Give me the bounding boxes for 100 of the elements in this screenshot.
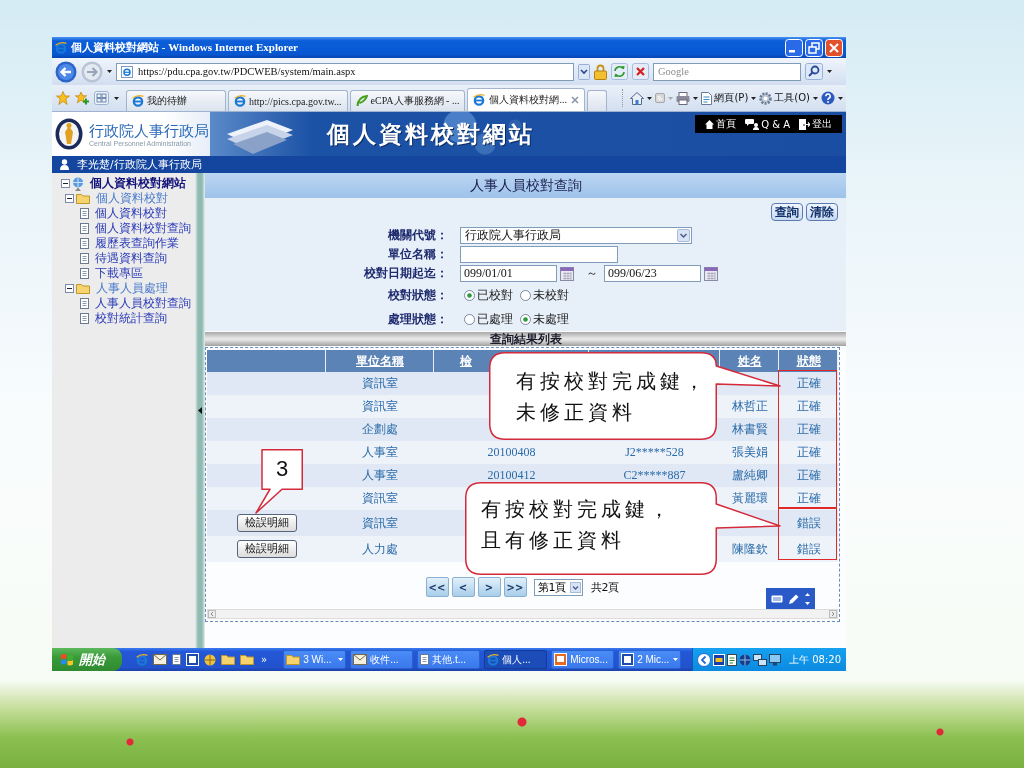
start-button[interactable]: 開始 (52, 648, 122, 671)
home-icon[interactable] (630, 91, 645, 105)
column-header[interactable]: 狀態 (796, 352, 821, 370)
tree-item[interactable]: 個人資料校對查詢 (80, 221, 191, 236)
page-menu-button[interactable]: 網頁(P) (701, 91, 749, 105)
address-field[interactable]: https://pdu.cpa.gov.tw/PDCWEB/system/main.aspx (116, 62, 574, 81)
taskbar-button[interactable]: 個人... (484, 650, 548, 669)
grid-icon[interactable] (94, 91, 109, 105)
column-header[interactable]: 姓名 (737, 352, 762, 370)
stop-button[interactable] (632, 63, 649, 80)
help-icon[interactable] (821, 91, 835, 105)
printer-icon[interactable] (676, 91, 691, 105)
agency-select[interactable]: 行政院人事行政局 (460, 227, 692, 244)
keyboard-icon[interactable] (771, 594, 783, 603)
taskbar-button[interactable]: Micros... (551, 650, 615, 669)
star-plus-icon[interactable] (75, 91, 89, 105)
right-arrow-icon[interactable] (829, 610, 837, 618)
pencil-icon[interactable] (789, 593, 799, 604)
caret-icon[interactable] (107, 70, 112, 73)
back-button[interactable] (55, 60, 77, 83)
restore-button[interactable] (805, 38, 823, 57)
column-header[interactable]: 單位名稱 (356, 352, 404, 370)
caret-icon[interactable] (114, 96, 119, 100)
caret-icon[interactable] (813, 96, 818, 100)
taskbar-button[interactable]: 2 Mic... (618, 650, 682, 669)
radio-icon[interactable] (520, 289, 531, 301)
left-arrow-icon[interactable] (208, 610, 216, 618)
home-link[interactable]: 首頁 (705, 117, 737, 131)
taskbar-button[interactable]: 其他.t... (417, 650, 481, 669)
monitor-icon[interactable] (769, 653, 781, 666)
chevron-icon[interactable] (697, 652, 711, 667)
calendar-icon[interactable] (704, 266, 718, 281)
horizontal-scrollbar[interactable] (207, 609, 838, 619)
tree-item[interactable]: 履歷表查詢作業 (80, 236, 179, 251)
check-button[interactable]: 檢誤明細 (236, 514, 297, 532)
search-field[interactable]: Google (653, 62, 801, 81)
query-button[interactable]: 查詢 (771, 203, 803, 221)
network-icon[interactable] (753, 653, 767, 666)
next-page-button[interactable]: > (477, 577, 501, 597)
logout-link[interactable]: 登出 (799, 117, 832, 131)
dropdown-button[interactable] (578, 63, 590, 80)
page-icon (121, 65, 133, 78)
radio-option[interactable]: 未處理 (520, 310, 569, 328)
field-label: 校對狀態： (388, 286, 448, 304)
browser-tab[interactable]: http://pics.cpa.gov.tw... (228, 90, 348, 111)
tree-item[interactable]: 個人資料校對網站 (72, 176, 186, 191)
tree-item[interactable]: 人事人員處理 (76, 281, 168, 296)
check-button[interactable]: 檢誤明細 (236, 540, 297, 558)
text-field[interactable] (460, 246, 618, 263)
browser-tab[interactable]: 個人資料校對網... (467, 88, 585, 111)
caret-icon[interactable] (827, 70, 832, 73)
browser-tab[interactable]: 我的待辦 (126, 90, 226, 111)
tree-item[interactable]: 人事人員校對查詢 (80, 296, 191, 311)
caret-icon[interactable] (751, 96, 757, 100)
star-icon[interactable] (56, 91, 70, 105)
last-page-button[interactable]: >> (503, 577, 527, 597)
updown-arrows-icon[interactable] (805, 592, 810, 605)
home-icon (705, 119, 715, 129)
column-header[interactable]: 檢 (460, 352, 472, 370)
date-field[interactable]: 099/01/01 (460, 265, 557, 282)
globe-icon[interactable] (739, 653, 751, 666)
radio-icon[interactable] (464, 313, 475, 325)
overflow-button[interactable]: » (261, 654, 268, 665)
caret-icon[interactable] (647, 96, 653, 100)
previous-page-button[interactable]: < (451, 577, 475, 597)
radio-icon[interactable] (464, 289, 475, 301)
clear-button[interactable]: 清除 (806, 203, 838, 221)
tree-item[interactable]: 個人資料校對 (80, 206, 167, 221)
close-icon[interactable] (570, 96, 579, 104)
first-page-button[interactable]: << (425, 577, 449, 597)
tools-menu-button[interactable]: 工具(O) (759, 91, 810, 105)
minus-box-icon[interactable] (65, 194, 74, 203)
document-icon[interactable] (727, 653, 737, 666)
caret-icon[interactable] (693, 96, 699, 100)
radio-option[interactable]: 已處理 (464, 310, 513, 328)
radio-option[interactable]: 未校對 (520, 286, 569, 304)
search-button[interactable] (805, 63, 823, 80)
page-select[interactable]: 第1頁 (533, 578, 583, 596)
caret-icon[interactable] (838, 96, 843, 100)
close-button[interactable] (825, 38, 843, 57)
radio-option[interactable]: 已校對 (464, 286, 513, 304)
calendar-icon[interactable] (560, 266, 574, 281)
taskbar-button[interactable]: 3 Wi... (283, 650, 347, 669)
tree-item[interactable]: 下載專區 (80, 266, 143, 281)
collapse-arrow-icon[interactable] (198, 407, 202, 414)
date-field[interactable]: 099/06/23 (604, 265, 701, 282)
qa-link[interactable]: Q & A (745, 118, 790, 130)
minus-box-icon[interactable] (65, 284, 74, 293)
envelope-icon (153, 654, 167, 665)
chat-person-icon (745, 118, 760, 130)
tile-icon[interactable] (713, 653, 725, 666)
minus-box-icon[interactable] (61, 179, 70, 188)
tree-item[interactable]: 個人資料校對 (76, 191, 168, 206)
refresh-button[interactable] (611, 63, 628, 80)
taskbar-button[interactable]: 收件... (350, 650, 414, 669)
radio-icon[interactable] (520, 313, 531, 325)
tree-item[interactable]: 校對統計查詢 (80, 311, 167, 326)
tree-item[interactable]: 待遇資料查詢 (80, 251, 167, 266)
browser-tab[interactable]: eCPA人事服務網 - ... (349, 90, 466, 111)
minimize-button[interactable] (785, 38, 803, 57)
